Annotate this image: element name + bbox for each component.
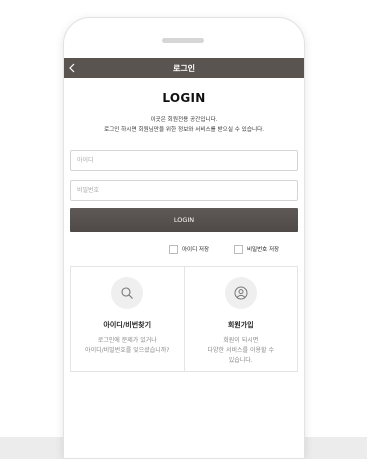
- save-id-checkbox[interactable]: 아이디 저장: [169, 244, 209, 254]
- page-title: 로그인: [172, 63, 196, 73]
- password-input[interactable]: [70, 180, 298, 201]
- phone-screen: 로그인 LOGIN 이곳은 회원전용 공간입니다. 로그인 하시면 회원님만을 …: [64, 58, 304, 458]
- find-account-desc-line-1: 로그인에 문제가 있거나: [97, 337, 157, 344]
- login-heading: LOGIN: [162, 91, 206, 105]
- checkbox-box[interactable]: [234, 244, 243, 254]
- login-description-line-2: 로그인 하시면 회원님만을 위한 정보와 서비스를 받으실 수 있습니다.: [103, 127, 265, 133]
- save-password-label: 비밀번호 저장: [247, 247, 280, 253]
- join-desc-line-3: 있습니다.: [228, 357, 253, 364]
- login-description-line-1: 이곳은 회원전용 공간입니다.: [150, 117, 218, 123]
- phone-speaker: [162, 38, 204, 43]
- login-button[interactable]: LOGIN: [70, 208, 298, 232]
- chevron-left-icon[interactable]: [68, 63, 77, 73]
- join-title[interactable]: 회원가입: [185, 320, 298, 330]
- save-password-checkbox[interactable]: 비밀번호 저장: [234, 244, 279, 254]
- checkbox-box[interactable]: [169, 244, 178, 254]
- join-section[interactable]: 회원가입 회원이 되시면 다양한 서비스를 이용할 수 있습니다.: [183, 267, 298, 371]
- save-id-label: 아이디 저장: [182, 247, 210, 253]
- phone-frame: 로그인 LOGIN 이곳은 회원전용 공간입니다. 로그인 하시면 회원님만을 …: [64, 18, 304, 458]
- user-circle-icon: [234, 286, 248, 300]
- find-account-section[interactable]: 아이디/비번찾기 로그인에 문제가 있거나 아이디/비밀번호를 잊으셨습니까?: [71, 267, 184, 371]
- find-account-desc-line-2: 아이디/비밀번호를 잊으셨습니까?: [85, 347, 170, 354]
- find-icon-circle[interactable]: [111, 277, 144, 309]
- search-icon: [121, 287, 134, 299]
- join-desc-line-2: 다양한 서비스를 이용할 수: [207, 347, 274, 354]
- title-bar: 로그인: [64, 58, 304, 78]
- join-icon-circle[interactable]: [224, 277, 257, 309]
- join-desc-line-1: 회원이 되시면: [223, 337, 259, 344]
- find-account-title[interactable]: 아이디/비번찾기: [71, 320, 184, 330]
- account-help-card: 아이디/비번찾기 로그인에 문제가 있거나 아이디/비밀번호를 잊으셨습니까? …: [70, 266, 298, 372]
- id-input[interactable]: [70, 150, 298, 171]
